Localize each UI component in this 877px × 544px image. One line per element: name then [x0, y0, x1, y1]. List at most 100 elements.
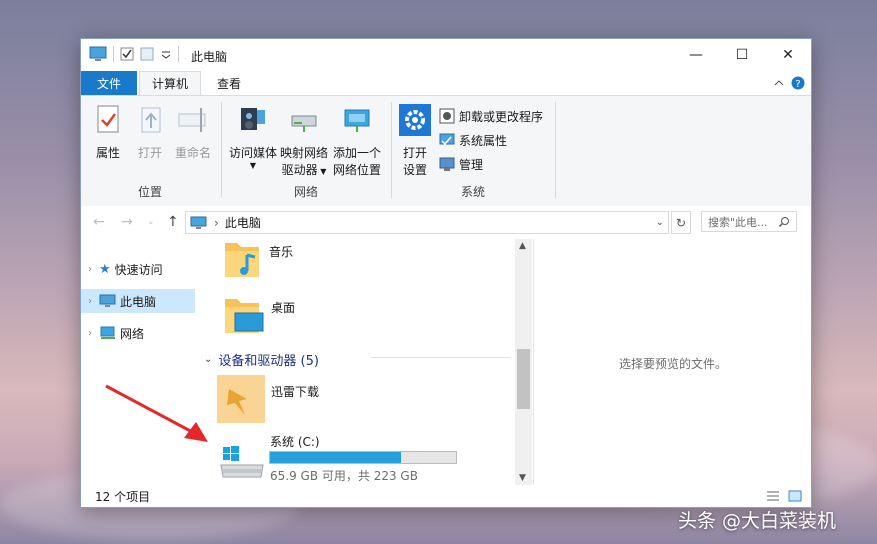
- star-icon: ★: [99, 261, 111, 277]
- nav-item-label: 快速访问: [114, 262, 163, 277]
- ribbon-tabs: 文件 计算机 查看 ?: [81, 71, 811, 95]
- system-properties-button[interactable]: 系统属性: [439, 130, 507, 150]
- status-bar: 12 个项目: [81, 485, 811, 507]
- address-bar-row: ← → ⌄ ↑ › 此电脑 ⌄ ↻ 搜索"此电...: [81, 206, 811, 238]
- add-location-label-line2: 网络位置: [332, 163, 381, 177]
- chevron-down-icon[interactable]: [160, 46, 172, 62]
- nav-item-quick-access[interactable]: › ★ 快速访问: [81, 257, 195, 281]
- network-icon: [100, 326, 115, 339]
- ribbon: 属性 打开 重命名 位置 访问媒体 ▼ 映射网络 驱动器 ▼ 添加一个 网络位置…: [81, 95, 811, 207]
- list-item[interactable]: 桌面: [221, 295, 295, 337]
- list-item[interactable]: 系统 (C:): [217, 433, 320, 485]
- search-input[interactable]: 搜索"此电...: [701, 211, 797, 232]
- drive-name: 系统 (C:): [270, 435, 320, 449]
- minimize-button[interactable]: —: [673, 39, 719, 71]
- collapse-chevron-icon[interactable]: ⌄: [204, 354, 212, 365]
- scroll-thumb[interactable]: [517, 349, 530, 409]
- up-arrow-icon[interactable]: ↑: [167, 214, 179, 230]
- ribbon-divider: [221, 102, 222, 198]
- properties-button[interactable]: 属性: [91, 104, 125, 162]
- drive-usage-bar: [269, 451, 457, 464]
- details-view-icon[interactable]: [765, 489, 781, 503]
- content-scrollbar[interactable]: ▲ ▼: [515, 239, 532, 485]
- open-settings-button[interactable]: 打开 设置: [397, 104, 433, 179]
- system-properties-icon: [439, 133, 455, 146]
- music-folder-icon: [225, 243, 259, 277]
- system-properties-label: 系统属性: [459, 133, 508, 148]
- large-icons-view-icon[interactable]: [787, 489, 803, 503]
- ribbon-divider: [391, 102, 392, 198]
- help-icon[interactable]: ?: [791, 76, 805, 90]
- scroll-down-icon[interactable]: ▼: [519, 473, 526, 483]
- access-media-button[interactable]: 访问媒体 ▼: [225, 104, 281, 170]
- map-drive-label-line2: 驱动器: [281, 163, 318, 177]
- expand-chevron-icon[interactable]: ›: [81, 264, 99, 275]
- refresh-icon[interactable]: ↻: [671, 211, 691, 234]
- preview-pane: 选择要预览的文件。: [533, 239, 812, 485]
- address-dropdown-icon[interactable]: ⌄: [656, 217, 664, 228]
- this-pc-icon: [99, 294, 116, 307]
- forward-arrow-icon[interactable]: →: [121, 214, 133, 230]
- ribbon-divider: [555, 102, 556, 198]
- add-location-label-line1: 添加一个: [332, 146, 381, 160]
- tab-view[interactable]: 查看: [209, 71, 249, 95]
- nav-item-network[interactable]: › 网络: [81, 321, 195, 345]
- open-settings-label-line1: 打开: [402, 146, 427, 160]
- ribbon-group-system: 打开 设置 卸载或更改程序 系统属性 管理 系统: [393, 96, 553, 206]
- ribbon-group-location: 属性 打开 重命名 位置: [81, 96, 219, 206]
- nav-item-this-pc[interactable]: › 此电脑: [81, 289, 195, 313]
- open-settings-label-line2: 设置: [402, 163, 427, 177]
- tab-file[interactable]: 文件: [81, 71, 137, 95]
- this-pc-icon: [89, 46, 107, 61]
- tab-computer[interactable]: 计算机: [139, 71, 201, 95]
- devices-group-header[interactable]: ⌄ 设备和驱动器 (5): [204, 350, 319, 369]
- maximize-button[interactable]: ☐: [719, 39, 765, 71]
- uninstall-label: 卸载或更改程序: [459, 109, 544, 124]
- search-icon: [778, 216, 789, 227]
- list-item[interactable]: 音乐: [221, 239, 293, 279]
- close-button[interactable]: ✕: [765, 39, 811, 71]
- network-location-icon: [344, 109, 370, 132]
- group-title: 设备和驱动器 (5): [218, 354, 319, 369]
- quick-access-toolbar: [89, 46, 179, 62]
- this-pc-icon: [190, 216, 207, 229]
- rename-button[interactable]: 重命名: [171, 104, 215, 162]
- expand-chevron-icon[interactable]: ›: [81, 296, 99, 307]
- list-item[interactable]: 迅雷下载: [217, 375, 319, 423]
- map-network-drive-button[interactable]: 映射网络 驱动器 ▼: [279, 104, 329, 180]
- access-media-label: 访问媒体: [228, 146, 277, 160]
- properties-label: 属性: [95, 146, 120, 160]
- network-drive-icon: [291, 115, 317, 132]
- manage-button[interactable]: 管理: [439, 154, 483, 174]
- address-box[interactable]: › 此电脑 ⌄: [185, 211, 669, 234]
- dropdown-arrow-icon: ▼: [317, 167, 327, 176]
- gear-icon: [399, 104, 431, 136]
- desktop-folder-icon: [225, 299, 264, 333]
- expand-chevron-icon[interactable]: ›: [81, 328, 99, 339]
- breadcrumb[interactable]: 此电脑: [225, 214, 261, 231]
- uninstall-program-button[interactable]: 卸载或更改程序: [439, 106, 543, 126]
- group-divider: [371, 357, 511, 358]
- rename-label: 重命名: [174, 146, 211, 160]
- back-arrow-icon[interactable]: ←: [93, 214, 105, 230]
- open-button[interactable]: 打开: [133, 104, 167, 162]
- xunlei-drive-icon: [217, 375, 265, 423]
- svg-text:?: ?: [795, 79, 800, 90]
- manage-icon: [439, 157, 455, 171]
- nav-item-label: 此电脑: [120, 294, 157, 309]
- new-folder-icon[interactable]: [140, 46, 154, 62]
- file-name: 桌面: [271, 301, 296, 315]
- scroll-up-icon[interactable]: ▲: [519, 241, 526, 251]
- properties-checkbox-icon[interactable]: [120, 46, 134, 62]
- window-title: 此电脑: [191, 50, 228, 64]
- annotation-arrow: [105, 384, 208, 442]
- breadcrumb-separator: ›: [214, 215, 219, 230]
- title-bar: 此电脑 — ☐ ✕: [81, 39, 811, 71]
- preview-message: 选择要预览的文件。: [618, 357, 727, 371]
- ribbon-group-network: 访问媒体 ▼ 映射网络 驱动器 ▼ 添加一个 网络位置 网络: [223, 96, 389, 206]
- chevron-up-icon[interactable]: [773, 77, 785, 89]
- add-network-location-button[interactable]: 添加一个 网络位置: [331, 104, 383, 179]
- drive-space-text: 65.9 GB 可用，共 223 GB: [270, 469, 418, 483]
- drive-name: 迅雷下载: [271, 385, 320, 399]
- recent-locations-chevron-icon[interactable]: ⌄: [147, 217, 155, 227]
